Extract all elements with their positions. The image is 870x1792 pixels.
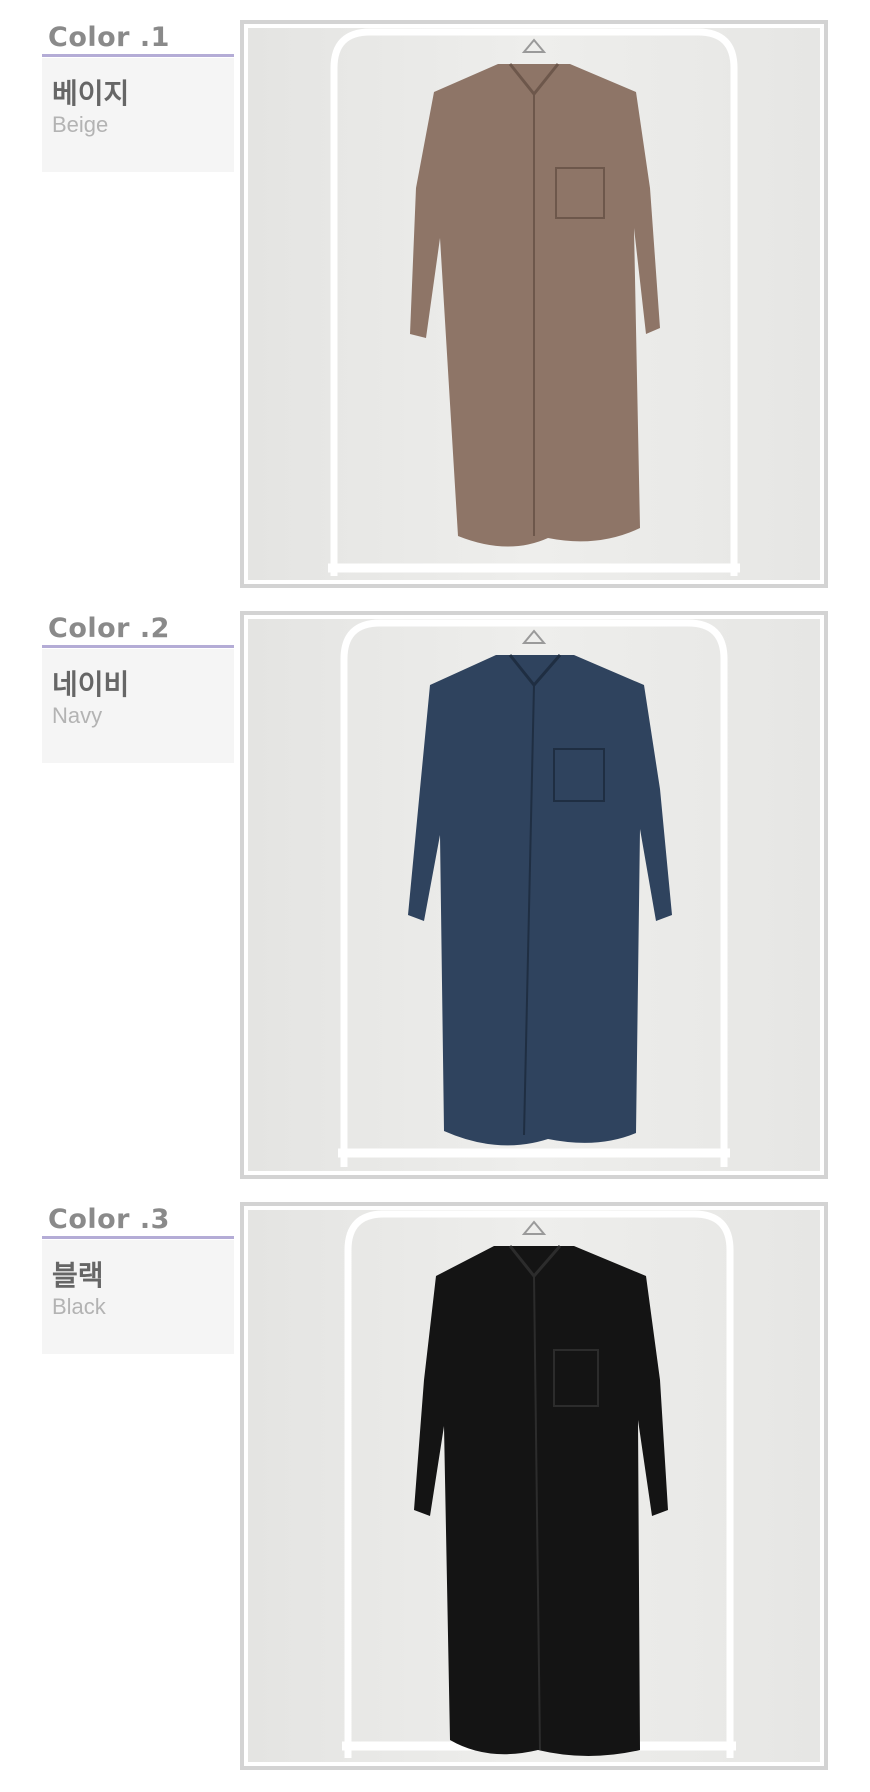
color-name-english: Black — [52, 1294, 106, 1319]
shirt-dress-icon — [410, 38, 660, 547]
product-photo-frame[interactable] — [240, 20, 828, 588]
color-name-panel: 네이비 Navy — [42, 649, 234, 763]
color-label-box: Color .1 베이지 Beige — [42, 20, 234, 172]
title-underline — [42, 54, 234, 57]
product-photo — [248, 1210, 820, 1762]
color-name-english: Beige — [52, 112, 109, 137]
color-name-english: Navy — [52, 703, 103, 728]
shirt-dress-icon — [414, 1220, 668, 1756]
color-section-beige: Color .1 베이지 Beige — [0, 20, 870, 610]
product-photo-frame[interactable] — [240, 1202, 828, 1770]
color-name-panel: 블랙 Black — [42, 1240, 234, 1354]
color-label-box: Color .3 블랙 Black — [42, 1202, 234, 1354]
color-number-title: Color .1 — [48, 22, 170, 53]
title-underline — [42, 645, 234, 648]
color-name-korean: 베이지 — [52, 77, 130, 110]
color-name-korean: 블랙 — [52, 1259, 104, 1292]
color-name-korean: 네이비 — [52, 668, 130, 701]
shirt-dress-icon — [408, 629, 672, 1146]
product-photo-frame[interactable] — [240, 611, 828, 1179]
color-label-box: Color .2 네이비 Navy — [42, 611, 234, 763]
color-section-navy: Color .2 네이비 Navy — [0, 611, 870, 1201]
color-section-black: Color .3 블랙 Black — [0, 1202, 870, 1792]
color-name-panel: 베이지 Beige — [42, 58, 234, 172]
title-underline — [42, 1236, 234, 1239]
color-number-title: Color .3 — [48, 1204, 170, 1235]
color-number-title: Color .2 — [48, 613, 170, 644]
product-photo — [248, 28, 820, 580]
product-photo — [248, 619, 820, 1171]
